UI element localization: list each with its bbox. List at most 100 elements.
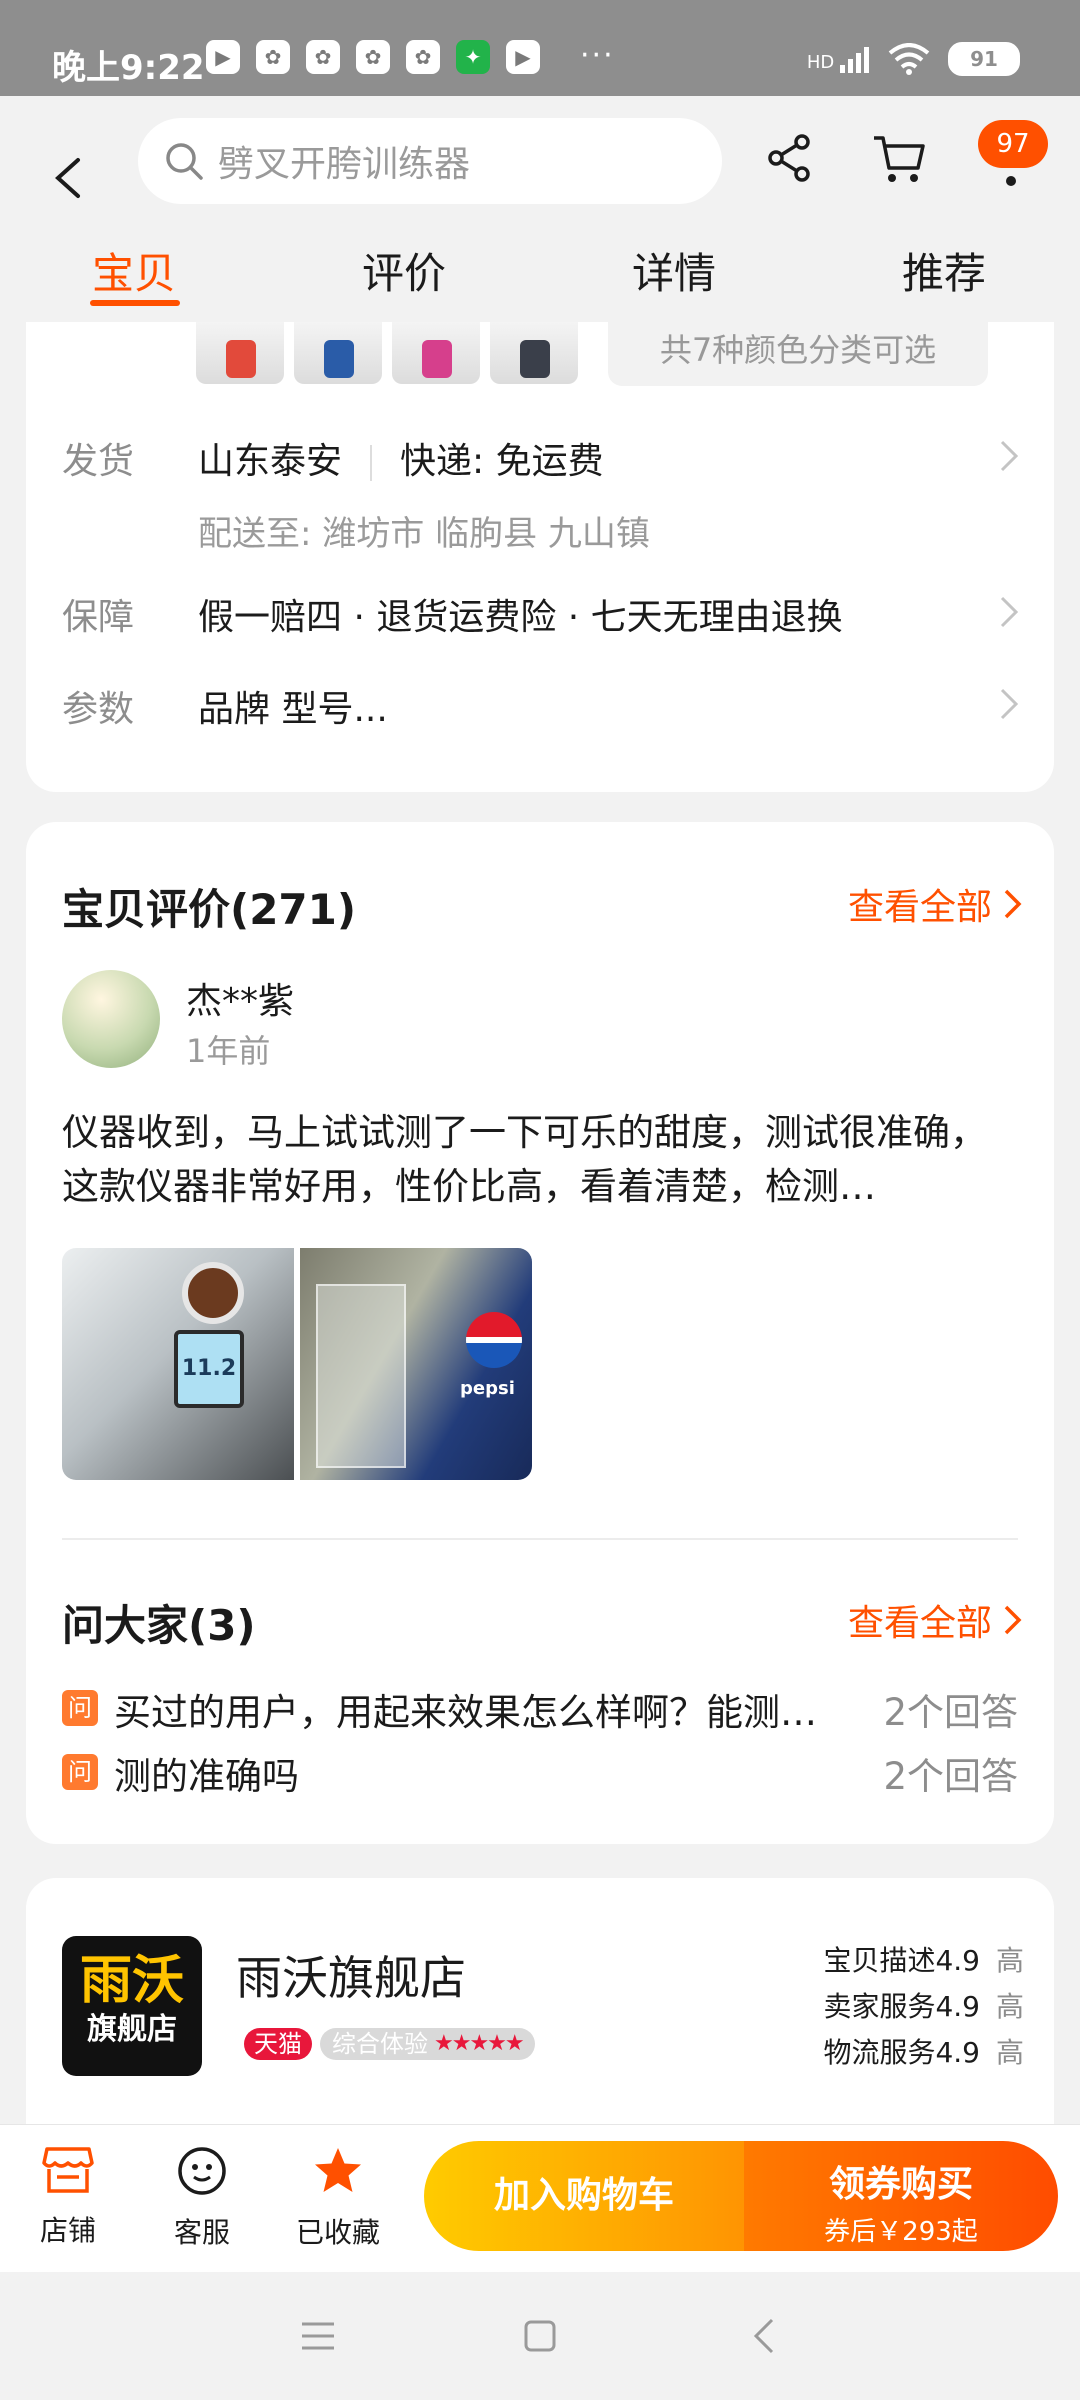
back-arrow-icon (55, 158, 80, 198)
shop-card[interactable]: 雨沃 旗舰店 雨沃旗舰店 天猫 综合体验 ★★★★★ 宝贝描述4.9 高 卖家服务… (26, 1878, 1054, 2138)
score-value: 4.9 (935, 1990, 980, 2023)
overall-rating-badge: 综合体验 ★★★★★ (320, 2028, 535, 2060)
sku-thumbnails[interactable] (196, 322, 578, 384)
device-screen: 11.2 (174, 1330, 244, 1408)
cart-count-badge: 97 (978, 120, 1048, 168)
chevron-right-icon (1004, 1605, 1022, 1635)
tab-item[interactable]: 宝贝 (92, 240, 176, 301)
sku-thumbnail[interactable] (294, 322, 382, 384)
app-notification-icon: ✿ (256, 40, 290, 74)
tab-details[interactable]: 详情 (632, 240, 716, 301)
sku-thumbnail[interactable] (392, 322, 480, 384)
score-value: 4.9 (935, 1944, 980, 1977)
favorite-label: 已收藏 (295, 2216, 380, 2249)
shop-scores: 宝贝描述4.9 高 卖家服务4.9 高 物流服务4.9 高 (823, 1938, 1024, 2076)
store-button[interactable]: 店铺 (18, 2145, 118, 2249)
qa-item[interactable]: 问 测的准确吗 2个回答 (62, 1744, 1018, 1798)
qa-item[interactable]: 问 买过的用户，用起来效果怎么样啊？能测… 2个回答 (62, 1680, 1018, 1734)
reviews-see-all-link[interactable]: 查看全部 (848, 878, 1024, 930)
back-button[interactable] (52, 138, 96, 218)
product-info-card: 共7种颜色分类可选 发货 山东泰安 快递: 免运费 配送至: 潍坊市 临朐县 九山… (26, 322, 1054, 792)
tab-active-indicator (90, 300, 180, 306)
top-bar: 劈叉开胯训练器 97 宝贝 评价 详情 推荐 (0, 96, 1080, 318)
more-menu-button[interactable]: 97 (976, 120, 1048, 190)
tab-reviews[interactable]: 评价 (362, 240, 446, 301)
score-row: 物流服务4.9 高 (823, 2030, 1024, 2076)
share-button[interactable] (762, 130, 818, 186)
pepsi-logo (466, 1312, 522, 1368)
chevron-right-icon (1000, 440, 1019, 472)
rating-stars-icon: ★★★★★ (434, 2031, 525, 2056)
guarantee-label: 保障 (62, 597, 135, 638)
review-image[interactable]: pepsi (300, 1248, 532, 1480)
qa-question: 测的准确吗 (114, 1755, 299, 1798)
back-icon[interactable] (744, 2314, 788, 2358)
chevron-right-icon (1004, 889, 1022, 919)
notification-icons: ▶ ✿ ✿ ✿ ✿ ✦ ▶ (206, 40, 540, 74)
qa-question: 买过的用户，用起来效果怎么样啊？能测… (114, 1691, 817, 1734)
see-all-label: 查看全部 (847, 887, 992, 928)
buy-price: 券后￥293起 (824, 2217, 978, 2247)
app-notification-icon: ✿ (406, 40, 440, 74)
home-icon[interactable] (518, 2314, 562, 2358)
play-store-icon: ▶ (206, 40, 240, 74)
question-icon: 问 (62, 1690, 98, 1726)
store-icon (42, 2147, 94, 2193)
store-label: 店铺 (39, 2214, 96, 2247)
reviewer-name: 杰**紫 (186, 981, 295, 1022)
chat-face-icon (178, 2147, 226, 2195)
device-lens (182, 1262, 244, 1324)
glass-shape (316, 1284, 406, 1468)
shipping-label: 发货 (62, 441, 135, 482)
params-label: 参数 (62, 689, 135, 730)
qa-answer-count: 2个回答 (883, 1755, 1018, 1798)
signal-icon: HD (807, 45, 870, 73)
battery-icon: 91 (948, 42, 1020, 76)
tmall-badge: 天猫 (244, 2028, 312, 2060)
device-reading: 11.2 (181, 1356, 237, 1381)
buy-label: 领券购买 (828, 2164, 973, 2205)
shop-logo[interactable]: 雨沃 旗舰店 (62, 1936, 202, 2076)
qa-see-all-link[interactable]: 查看全部 (848, 1594, 1024, 1646)
shop-name[interactable]: 雨沃旗舰店 (236, 1942, 466, 2008)
status-time: 晚上9:22 (52, 48, 205, 88)
cart-icon (874, 136, 925, 182)
search-placeholder: 劈叉开胯训练器 (218, 144, 471, 185)
star-icon (315, 2148, 361, 2192)
section-divider (62, 1538, 1018, 1540)
see-all-label: 查看全部 (847, 1603, 992, 1644)
score-level: 高 (995, 2036, 1024, 2069)
question-icon: 问 (62, 1754, 98, 1790)
review-time: 1年前 (186, 1032, 271, 1070)
divider (370, 445, 373, 481)
buy-with-coupon-button[interactable]: 领券购买 券后￥293起 (744, 2141, 1058, 2251)
overall-rating-label: 综合体验 (332, 2030, 428, 2058)
add-to-cart-button[interactable]: 加入购物车 (424, 2141, 744, 2251)
shop-logo-text: 雨沃 (79, 1951, 184, 2011)
network-type: HD (806, 52, 835, 73)
play-store-icon: ▶ (506, 40, 540, 74)
menu-icon[interactable] (296, 2314, 340, 2358)
sku-thumbnail[interactable] (196, 322, 284, 384)
deliver-to: 配送至: 潍坊市 临朐县 九山镇 (198, 514, 650, 554)
chevron-right-icon (1000, 688, 1019, 720)
favorite-button[interactable]: 已收藏 (288, 2145, 388, 2251)
cart-button[interactable] (870, 130, 930, 186)
color-options-button[interactable]: 共7种颜色分类可选 (608, 322, 988, 386)
qa-answer-count: 2个回答 (883, 1691, 1018, 1734)
review-content[interactable]: 仪器收到，马上试试测了一下可乐的甜度，测试很准确，这款仪器非常好用，性价比高，看… (62, 1106, 1012, 1214)
wifi-icon (888, 43, 930, 75)
qa-title: 问大家(3) (62, 1601, 256, 1650)
sku-thumbnail[interactable] (490, 322, 578, 384)
shop-logo-subtext: 旗舰店 (87, 2012, 177, 2047)
system-nav-bar (0, 2272, 1080, 2400)
more-dot-icon (1006, 176, 1016, 186)
score-value: 4.9 (935, 2036, 980, 2069)
reviews-card: 宝贝评价(271) 查看全部 杰**紫 1年前 仪器收到，马上试试测了一下可乐的… (26, 822, 1054, 1844)
search-bar[interactable]: 劈叉开胯训练器 (138, 118, 722, 204)
customer-service-button[interactable]: 客服 (152, 2145, 252, 2251)
review-image[interactable]: 11.2 (62, 1248, 294, 1480)
wechat-icon: ✦ (456, 40, 490, 74)
tab-recommend[interactable]: 推荐 (902, 240, 986, 301)
app-notification-icon: ✿ (306, 40, 340, 74)
